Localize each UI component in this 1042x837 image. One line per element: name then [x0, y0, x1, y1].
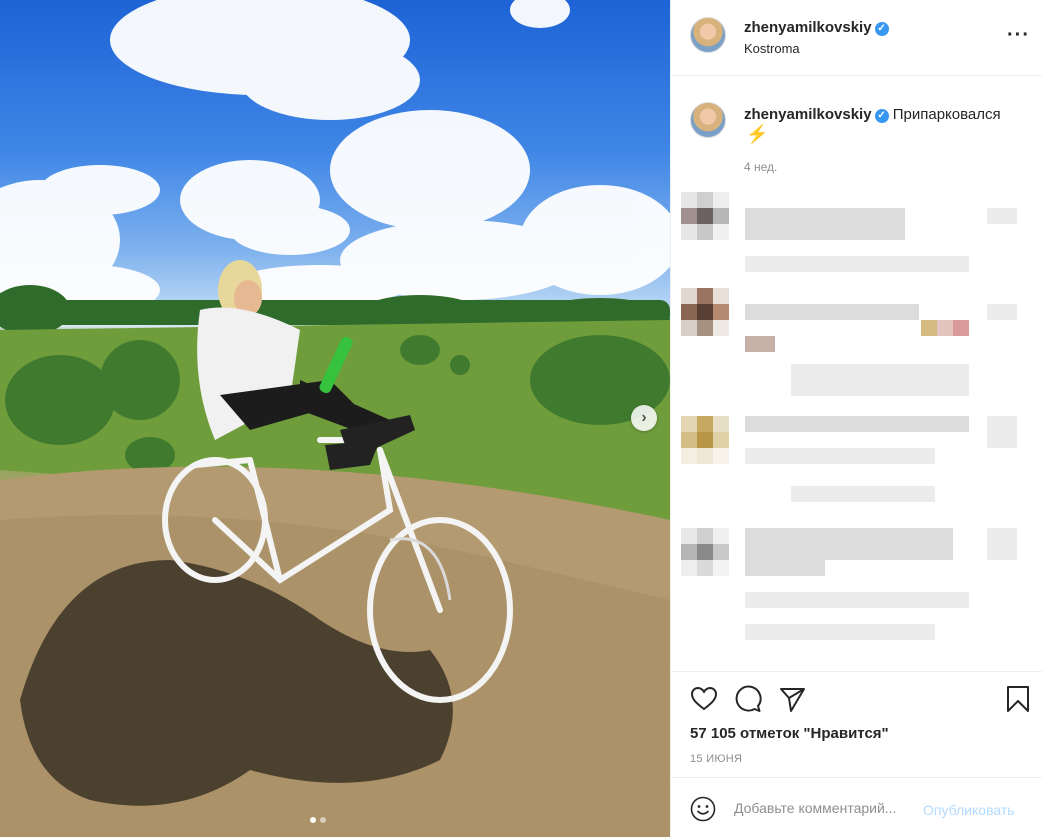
- add-comment-form: Опубликовать: [671, 777, 1042, 837]
- emoji-icon[interactable]: [690, 796, 716, 822]
- verified-badge-icon: ✓: [874, 22, 889, 36]
- post-date[interactable]: 15 ИЮНЯ: [690, 753, 742, 765]
- post-actions: 57 105 отметок "Нравится" 15 ИЮНЯ: [671, 671, 1042, 777]
- bookmark-icon[interactable]: [1004, 685, 1032, 713]
- carousel-dots: [310, 817, 326, 823]
- blurred-avatar: [681, 416, 729, 464]
- more-options-icon[interactable]: ···: [1007, 24, 1030, 47]
- comments-list: [671, 190, 1042, 650]
- photo-illustration: [0, 0, 670, 837]
- verified-badge-icon: ✓: [874, 109, 889, 123]
- publish-button[interactable]: Опубликовать: [923, 802, 1015, 818]
- carousel-dot-active: [310, 817, 316, 823]
- next-slide-button[interactable]: ›: [631, 405, 657, 431]
- post-photo[interactable]: ›: [0, 0, 670, 837]
- caption-avatar[interactable]: [690, 102, 726, 138]
- comment-input[interactable]: [734, 800, 924, 816]
- blurred-avatar: [681, 288, 729, 336]
- blurred-avatar: [681, 528, 729, 576]
- heart-icon[interactable]: [690, 685, 718, 713]
- blurred-avatar: [681, 192, 729, 240]
- post-side-panel: zhenyamilkovskiy ✓ Kostroma ··· zhenyamil…: [670, 0, 1042, 837]
- caption-timestamp[interactable]: 4 нед.: [744, 160, 777, 174]
- send-icon[interactable]: [778, 685, 806, 713]
- post-header: zhenyamilkovskiy ✓ Kostroma ···: [671, 0, 1042, 76]
- location-link[interactable]: Kostroma: [744, 41, 800, 56]
- likes-count[interactable]: 57 105 отметок "Нравится": [690, 725, 889, 742]
- post-caption: zhenyamilkovskiy ✓ Припарковался ⚡ 4 нед.: [671, 90, 1042, 190]
- lightning-emoji-icon: ⚡: [746, 124, 769, 144]
- caption-text-line: zhenyamilkovskiy ✓ Припарковался: [744, 106, 1034, 123]
- avatar[interactable]: [690, 17, 726, 53]
- username-link[interactable]: zhenyamilkovskiy ✓: [744, 19, 889, 36]
- caption-text: Припарковался: [892, 106, 1001, 123]
- carousel-dot: [320, 817, 326, 823]
- comment-icon[interactable]: [734, 685, 762, 713]
- username-text[interactable]: zhenyamilkovskiy: [744, 19, 872, 36]
- caption-username[interactable]: zhenyamilkovskiy: [744, 106, 872, 123]
